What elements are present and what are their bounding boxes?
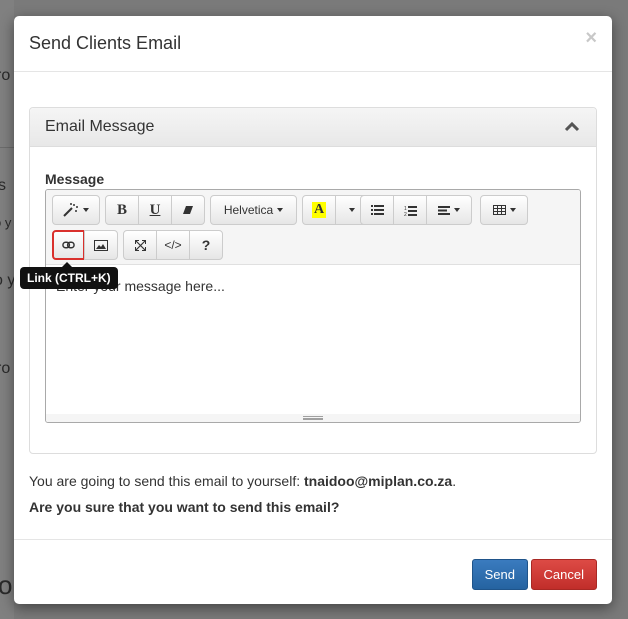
background-text: ro: [0, 360, 11, 377]
link-icon: [62, 241, 75, 249]
unordered-list-icon: [370, 205, 384, 215]
modal-footer: Send Cancel: [14, 539, 612, 604]
font-name-value: Helvetica: [223, 203, 274, 217]
align-icon: [438, 205, 450, 215]
fullscreen-button[interactable]: [123, 230, 157, 260]
font-color-icon: A: [311, 202, 327, 218]
color-group: A: [302, 195, 368, 225]
background-page: [0, 0, 14, 619]
caret-down-icon: [509, 208, 516, 212]
recent-color-button[interactable]: A: [302, 195, 336, 225]
editor-resize-handle[interactable]: [46, 414, 580, 422]
help-button[interactable]: ?: [189, 230, 223, 260]
close-button[interactable]: ×: [585, 28, 597, 48]
background-text: o: [0, 570, 13, 600]
recipient-suffix: .: [452, 473, 457, 489]
send-button[interactable]: Send: [471, 559, 528, 590]
background-text: o y: [0, 215, 12, 230]
picture-icon: [94, 239, 108, 251]
cancel-button[interactable]: Cancel: [530, 559, 597, 590]
chevron-up-icon[interactable]: [564, 120, 580, 132]
font-name-group: Helvetica: [210, 195, 297, 225]
ordered-list-icon: 1 2: [404, 205, 417, 216]
caret-down-icon: [348, 208, 355, 212]
clear-format-button[interactable]: [171, 195, 205, 225]
link-button[interactable]: [52, 230, 85, 260]
align-dropdown[interactable]: [426, 195, 472, 225]
table-dropdown[interactable]: [480, 195, 528, 225]
table-group: [480, 195, 528, 225]
caret-down-icon: [277, 208, 284, 212]
caret-down-icon: [83, 208, 89, 212]
style-group: [52, 195, 100, 225]
background-text: s: [0, 177, 6, 194]
table-icon: [492, 205, 506, 215]
eraser-icon: [183, 206, 193, 214]
panel-title: Email Message: [45, 118, 155, 135]
bold-button[interactable]: B: [105, 195, 139, 225]
modal-title: Send Clients Email: [29, 33, 182, 53]
fullscreen-icon: [134, 239, 146, 251]
panel-heading[interactable]: Email Message: [30, 108, 596, 147]
message-label: Message: [45, 171, 105, 187]
link-tooltip: Link (CTRL+K): [20, 262, 118, 289]
unordered-list-button[interactable]: [360, 195, 394, 225]
insert-group: [52, 230, 118, 260]
font-style-group: B U: [105, 195, 205, 225]
message-input[interactable]: Enter your message here...: [46, 266, 580, 414]
background-text: ro: [0, 67, 11, 84]
confirm-question: Are you sure that you want to send this …: [29, 499, 340, 515]
grip-icon: [303, 416, 323, 420]
send-email-modal: Send Clients Email × Email Message Messa…: [14, 16, 612, 604]
modal-header: Send Clients Email ×: [14, 16, 612, 72]
magic-wand-icon: [63, 203, 78, 217]
recipient-email: tnaidoo@miplan.co.za: [303, 473, 453, 489]
misc-group: </> ?: [123, 230, 223, 260]
svg-text:2: 2: [404, 212, 407, 216]
recipient-info: You are going to send this email to your…: [29, 473, 456, 489]
message-editor: B U Helvetica A 1 2 </> ? Enter your mes…: [45, 189, 581, 423]
caret-down-icon: [454, 208, 460, 212]
picture-button[interactable]: [84, 230, 118, 260]
editor-toolbar: B U Helvetica A 1 2 </> ?: [46, 190, 580, 265]
paragraph-group: 1 2: [360, 195, 472, 225]
style-button[interactable]: [52, 195, 100, 225]
codeview-button[interactable]: </>: [156, 230, 190, 260]
ordered-list-button[interactable]: 1 2: [393, 195, 427, 225]
background-divider: [0, 147, 14, 148]
recipient-prefix: You are going to send this email to your…: [29, 473, 304, 489]
underline-button[interactable]: U: [138, 195, 172, 225]
font-name-dropdown[interactable]: Helvetica: [210, 195, 297, 225]
